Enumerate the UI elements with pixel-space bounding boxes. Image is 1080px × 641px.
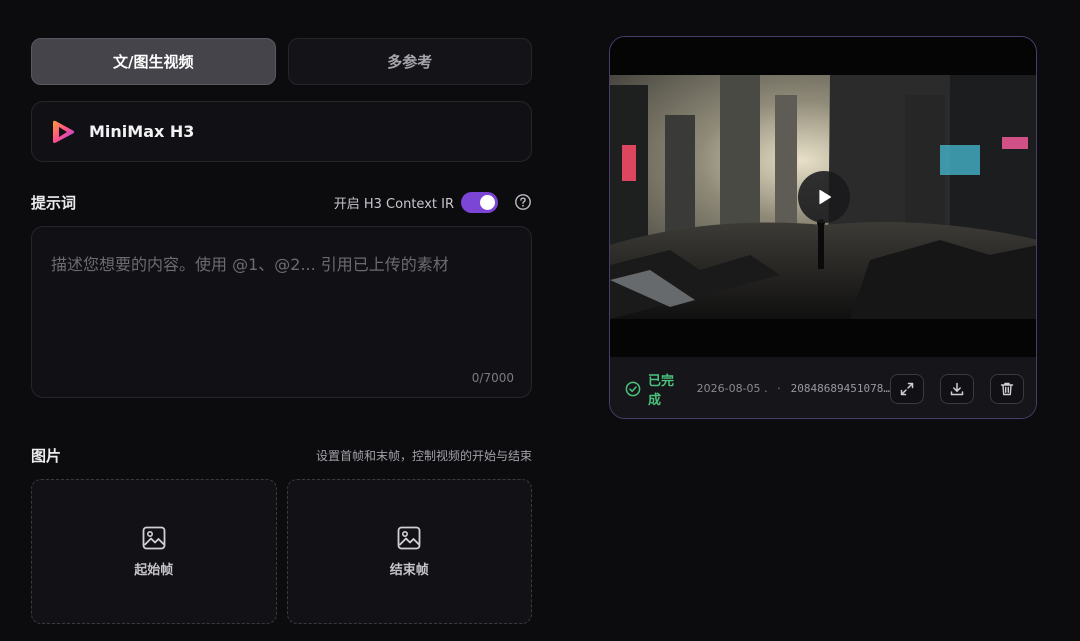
video-actions [890, 373, 1024, 404]
toggle-knob [480, 194, 495, 210]
end-frame-label: 结束帧 [389, 563, 429, 578]
prompt-header: 提示词 开启 H3 Context IR [31, 191, 532, 213]
fullscreen-button[interactable] [890, 373, 924, 404]
context-ir-label: 开启 H3 Context IR [333, 196, 454, 212]
download-icon [949, 381, 965, 397]
mode-tabs: 文/图生视频 多参考 [31, 38, 532, 85]
left-panel: 文/图生视频 多参考 MiniMax H3 提示词 开启 H3 Context … [31, 38, 532, 624]
video-info-bar: 已完成 2026-08-05 … · 20848689451078… [610, 357, 1036, 418]
model-selector[interactable]: MiniMax H3 [31, 101, 532, 162]
separator-dot: · [777, 382, 781, 395]
status-text: 已完成 [648, 373, 675, 408]
char-count: 0/7000 [471, 371, 514, 385]
context-ir-control: 开启 H3 Context IR [333, 191, 532, 213]
check-circle-icon [625, 381, 641, 397]
play-logo-icon [51, 118, 77, 146]
task-id[interactable]: 20848689451078… [791, 382, 890, 395]
help-icon[interactable] [514, 193, 532, 211]
images-hint: 设置首帧和末帧，控制视频的开始与结束 [315, 448, 532, 463]
video-player[interactable] [610, 37, 1036, 357]
prompt-title: 提示词 [31, 193, 77, 212]
start-frame-upload[interactable]: 起始帧 [31, 479, 277, 624]
image-icon [396, 525, 422, 551]
created-date: 2026-08-05 … [696, 382, 769, 395]
image-header: 图片 设置首帧和末帧，控制视频的开始与结束 [31, 445, 532, 465]
start-frame-label: 起始帧 [134, 563, 174, 578]
end-frame-upload[interactable]: 结束帧 [286, 479, 532, 624]
play-button[interactable] [798, 171, 850, 223]
model-name: MiniMax H3 [89, 122, 195, 141]
frame-slots: 起始帧 结束帧 [31, 479, 532, 624]
image-icon [141, 525, 167, 551]
tab-multi-reference[interactable]: 多参考 [287, 38, 532, 85]
video-result-card: 已完成 2026-08-05 … · 20848689451078… [609, 36, 1037, 419]
context-ir-toggle[interactable] [461, 191, 498, 213]
prompt-input[interactable]: 描述您想要的内容。使用 @1、@2... 引用已上传的素材 0/7000 [31, 226, 532, 398]
status-badge: 已完成 [625, 370, 687, 408]
expand-icon [899, 381, 915, 397]
trash-icon [999, 381, 1015, 397]
tab-text-image-to-video[interactable]: 文/图生视频 [31, 38, 276, 85]
download-button[interactable] [940, 373, 974, 404]
images-title: 图片 [31, 446, 62, 465]
prompt-placeholder: 描述您想要的内容。使用 @1、@2... 引用已上传的素材 [51, 255, 449, 274]
delete-button[interactable] [990, 373, 1024, 404]
